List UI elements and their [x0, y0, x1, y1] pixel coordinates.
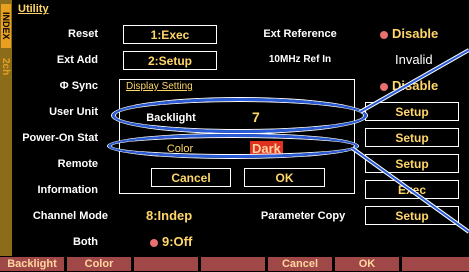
- fkey-cancel[interactable]: Cancel: [268, 257, 332, 271]
- fkey-color[interactable]: Color: [67, 257, 131, 271]
- fkey-backlight[interactable]: Backlight: [0, 257, 64, 271]
- callout-arrows: [350, 48, 469, 234]
- color-callout-line: [351, 147, 469, 233]
- fkey-ok[interactable]: OK: [335, 257, 399, 271]
- backlight-callout-line: [359, 49, 469, 113]
- fkey-7[interactable]: [402, 257, 469, 271]
- fkey-4[interactable]: [201, 257, 265, 271]
- fkey-3[interactable]: [134, 257, 198, 271]
